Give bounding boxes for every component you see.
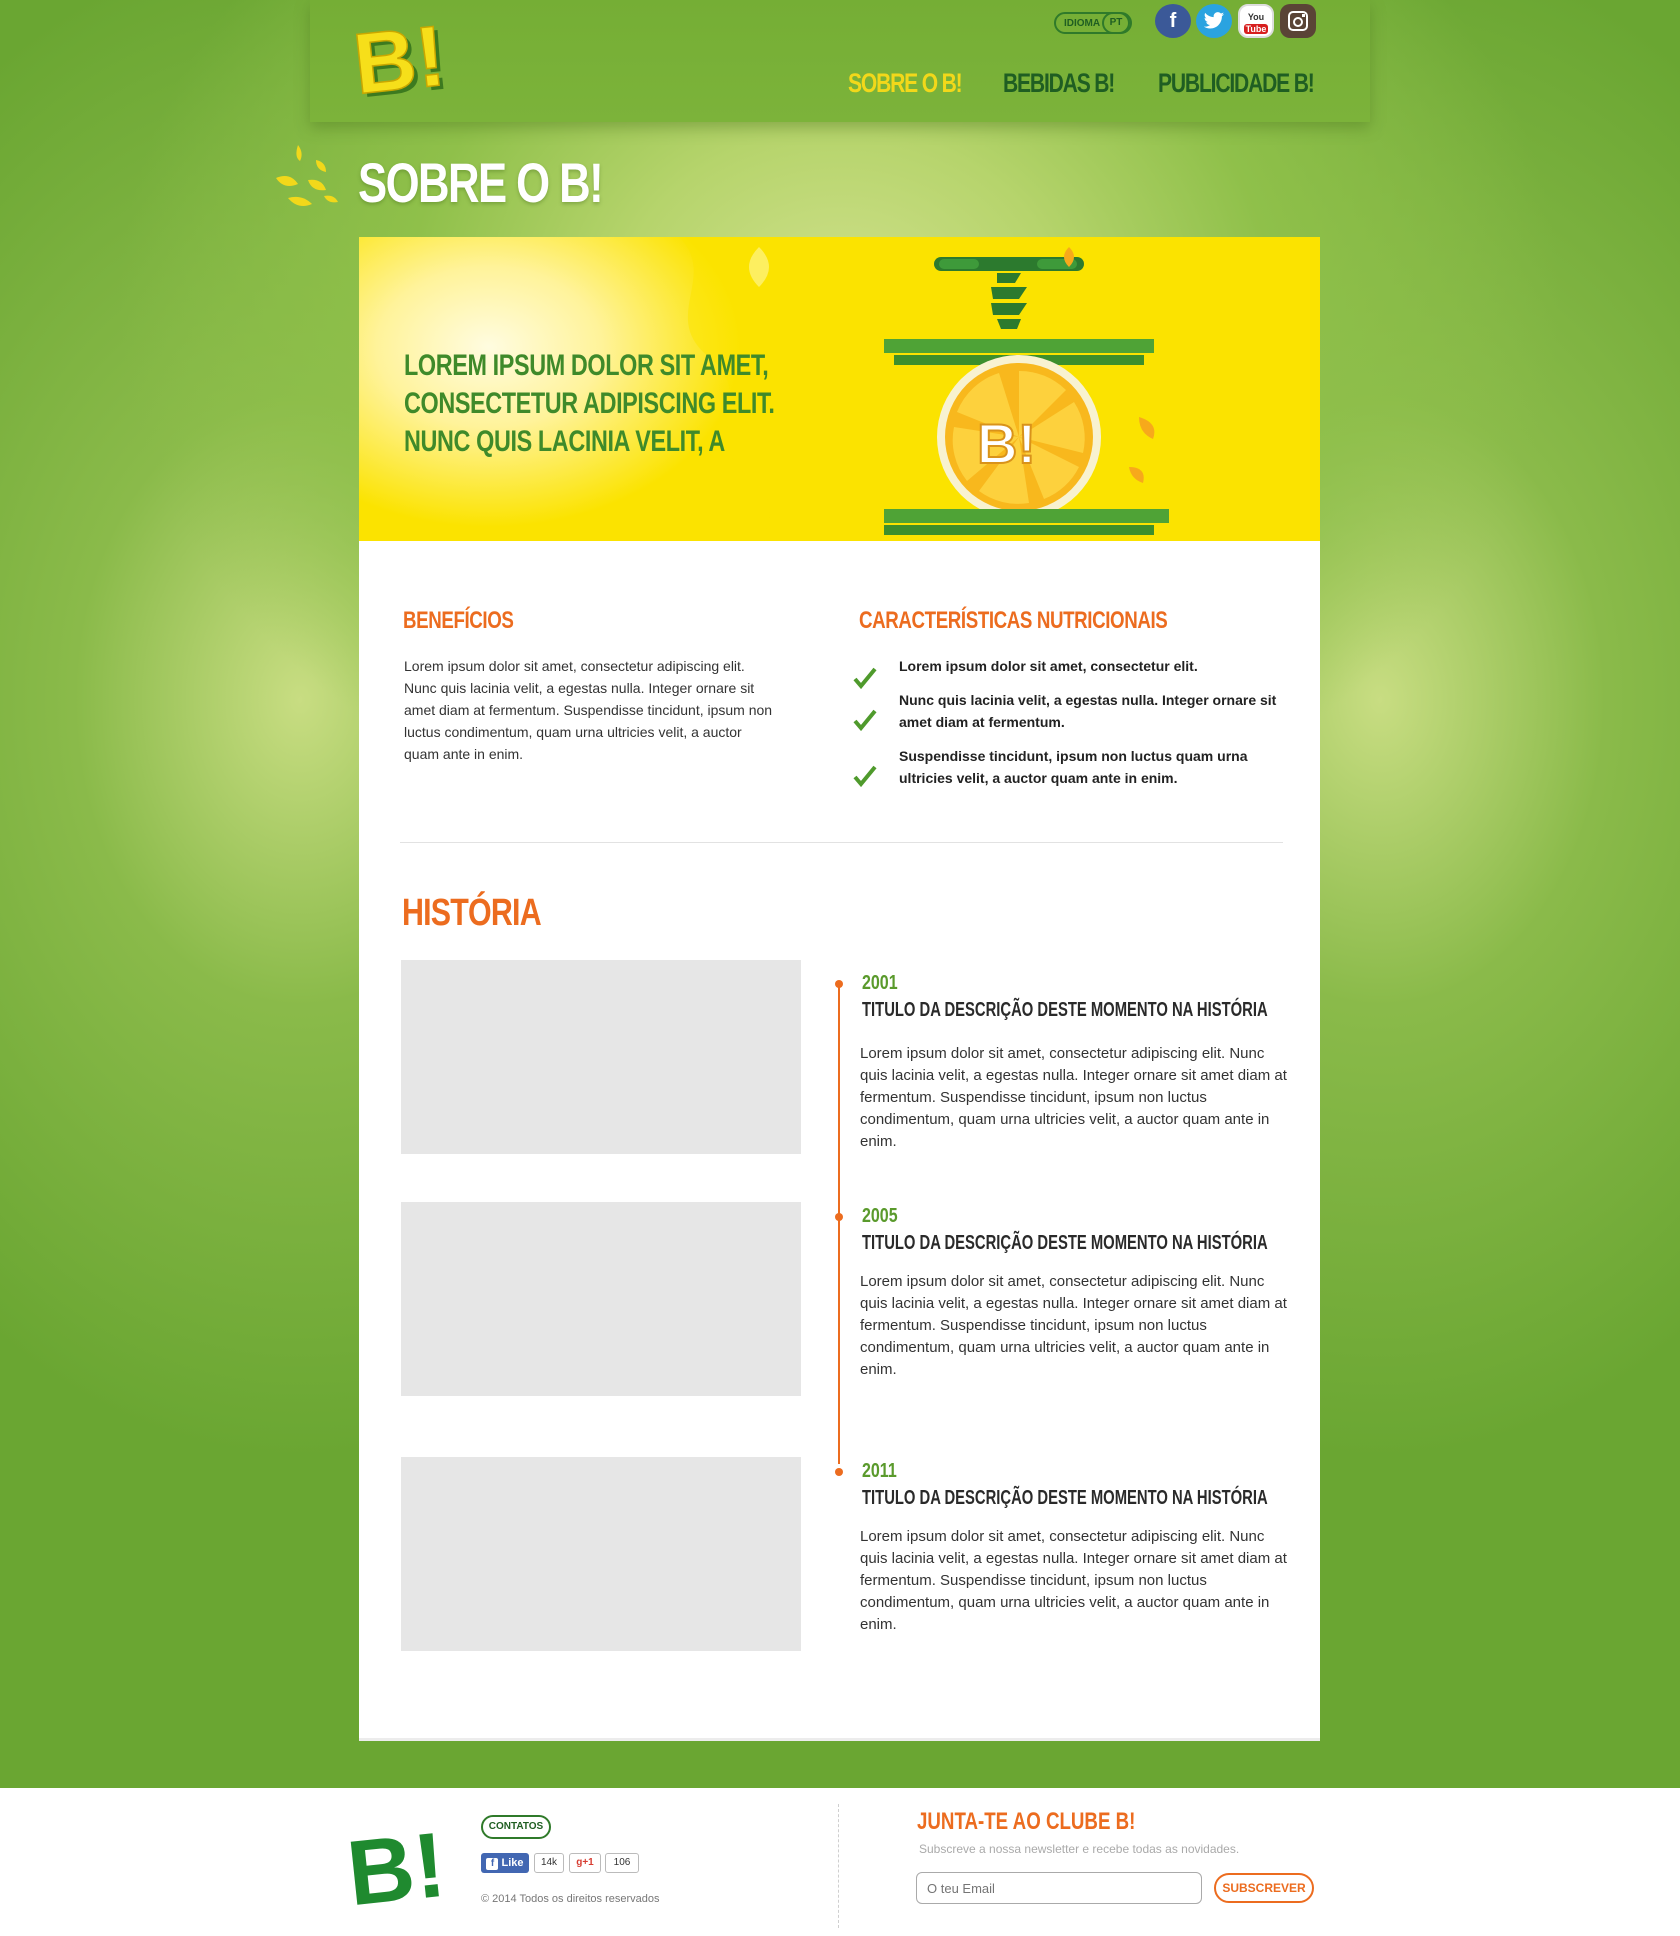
hero-line-1: LOREM IPSUM DOLOR SIT AMET, xyxy=(404,349,769,382)
footer-divider xyxy=(838,1804,839,1928)
facebook-like-count: 14k xyxy=(534,1853,564,1873)
timeline-dot xyxy=(835,980,843,988)
check-icon xyxy=(853,765,877,787)
nav-bebidas[interactable]: BEBIDAS B! xyxy=(1003,68,1115,99)
like-label: Like xyxy=(501,1857,524,1869)
timeline-year: 2005 xyxy=(862,1205,898,1227)
site-header: B! B! IDIOMA PT f You Tube SOBRE O B! BEB… xyxy=(0,0,1680,122)
gplus-label: +1 xyxy=(582,1857,594,1868)
contacts-button[interactable]: CONTATOS xyxy=(481,1815,551,1839)
content-card: LOREM IPSUM DOLOR SIT AMET, CONSECTETUR … xyxy=(359,237,1320,1741)
timeline-text: Lorem ipsum dolor sit amet, consectetur … xyxy=(860,1045,1287,1150)
timeline-year: 2011 xyxy=(862,1460,897,1482)
beneficios-title: BENEFÍCIOS xyxy=(403,607,514,634)
check-icon xyxy=(853,709,877,731)
timeline-image xyxy=(401,1457,801,1651)
beneficios-text: Lorem ipsum dolor sit amet, consectetur … xyxy=(404,658,773,762)
section-divider xyxy=(400,842,1283,843)
timeline-image xyxy=(401,960,801,1154)
timeline-image xyxy=(401,1202,801,1396)
instagram-icon[interactable] xyxy=(1280,4,1316,38)
timeline-dot xyxy=(835,1468,843,1476)
timeline-title: TITULO DA DESCRIÇÃO DESTE MOMENTO NA HIS… xyxy=(862,1487,1268,1509)
nutrition-text: Suspendisse tincidunt, ipsum non luctus … xyxy=(899,748,1248,786)
language-selector[interactable]: IDIOMA PT xyxy=(1054,12,1132,34)
nutrition-text: Lorem ipsum dolor sit amet, consectetur … xyxy=(899,658,1198,674)
footer-logo[interactable]: B! xyxy=(345,1812,457,1912)
brand-logo[interactable]: B! B! xyxy=(352,10,472,110)
juicer-illustration: B! xyxy=(884,247,1169,535)
club-subtitle: Subscreve a nossa newsletter e recebe to… xyxy=(919,1842,1240,1856)
club-title: JUNTA-TE AO CLUBE B! xyxy=(917,1808,1136,1835)
svg-text:B!: B! xyxy=(352,10,449,110)
language-value[interactable]: PT xyxy=(1102,12,1130,34)
subscribe-button[interactable]: SUBSCREVER xyxy=(1214,1873,1314,1903)
timeline-title: TITULO DA DESCRIÇÃO DESTE MOMENTO NA HIS… xyxy=(862,1232,1268,1254)
check-icon xyxy=(853,667,877,689)
hero-headline: LOREM IPSUM DOLOR SIT AMET, CONSECTETUR … xyxy=(404,347,794,461)
card-bottom-edge xyxy=(359,1738,1320,1741)
hero-banner: LOREM IPSUM DOLOR SIT AMET, CONSECTETUR … xyxy=(359,237,1320,541)
facebook-icon[interactable]: f xyxy=(1155,4,1191,38)
juice-splash-icon xyxy=(276,145,338,206)
caracteristicas-title: CARACTERÍSTICAS NUTRICIONAIS xyxy=(859,607,1168,634)
badge-text: B! xyxy=(977,412,1036,475)
page-title: SOBRE O B! xyxy=(358,151,604,214)
timeline-text: Lorem ipsum dolor sit amet, consectetur … xyxy=(860,1528,1287,1633)
hero-line-3: NUNC QUIS LACINIA VELIT, A xyxy=(404,425,725,458)
facebook-like-button[interactable]: f Like xyxy=(481,1853,529,1873)
google-plus-count: 106 xyxy=(605,1853,639,1873)
timeline-text: Lorem ipsum dolor sit amet, consectetur … xyxy=(860,1273,1287,1378)
timeline-dot xyxy=(835,1213,843,1221)
email-input[interactable] xyxy=(916,1872,1202,1904)
timeline-line xyxy=(838,984,840,1464)
timeline-title: TITULO DA DESCRIÇÃO DESTE MOMENTO NA HIS… xyxy=(862,999,1268,1021)
google-plus-button[interactable]: g+1 xyxy=(569,1853,601,1873)
youtube-icon[interactable]: You Tube xyxy=(1238,4,1274,38)
language-label: IDIOMA xyxy=(1064,18,1101,29)
copyright: © 2014 Todos os direitos reservados xyxy=(481,1893,660,1905)
nutrition-text: Nunc quis lacinia velit, a egestas nulla… xyxy=(899,692,1277,730)
nav-publicidade[interactable]: PUBLICIDADE B! xyxy=(1158,68,1315,99)
svg-text:B!: B! xyxy=(345,1814,450,1912)
timeline-year: 2001 xyxy=(862,972,898,994)
nav-sobre[interactable]: SOBRE O B! xyxy=(848,68,963,99)
hero-line-2: CONSECTETUR ADIPISCING ELIT. xyxy=(404,387,775,420)
twitter-icon[interactable] xyxy=(1196,4,1232,38)
historia-title: HISTÓRIA xyxy=(402,892,542,934)
facebook-icon: f xyxy=(486,1858,499,1870)
site-footer: B! CONTATOS f Like 14k g+1 106 © 2014 Tod… xyxy=(0,1788,1680,1936)
